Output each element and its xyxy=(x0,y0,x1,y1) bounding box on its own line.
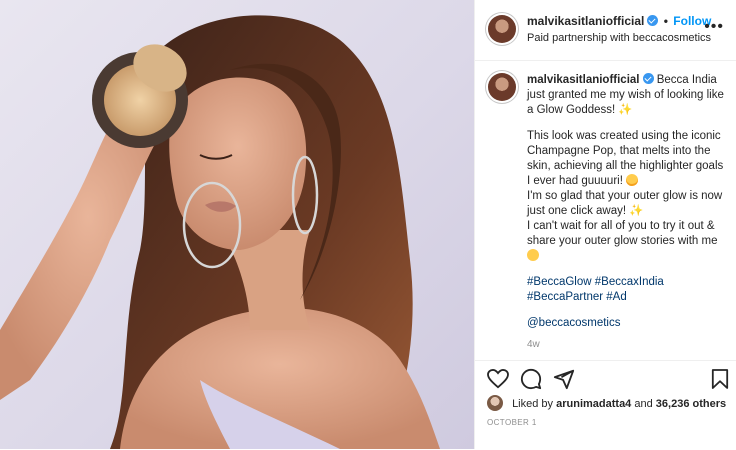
caption-time-ago[interactable]: 4w xyxy=(527,339,540,350)
post-side-panel: malvikasitlaniofficial • Follow Paid par… xyxy=(474,0,736,449)
liked-by-user[interactable]: arunimadatta4 xyxy=(556,398,631,410)
more-options-icon[interactable]: ••• xyxy=(704,19,724,35)
liked-by-prefix: Liked by xyxy=(512,398,554,410)
hashtag-list: #BeccaGlow #BeccaxIndia #BeccaPartner #A… xyxy=(527,275,727,305)
caption-author-avatar[interactable] xyxy=(488,73,516,101)
liker-avatar[interactable] xyxy=(487,395,503,411)
bookmark-icon[interactable] xyxy=(711,368,729,390)
post-image xyxy=(0,15,440,449)
caption-line-2b: I'm so glad that your outer glow is now … xyxy=(527,190,723,217)
author-username-row: malvikasitlaniofficial • Follow xyxy=(527,14,711,28)
heart-icon[interactable] xyxy=(487,369,509,389)
caption-author-username[interactable]: malvikasitlaniofficial xyxy=(527,74,640,86)
author-username[interactable]: malvikasitlaniofficial xyxy=(527,14,644,28)
separator-dot: • xyxy=(663,14,668,28)
share-icon[interactable] xyxy=(553,368,575,390)
paid-partnership-label[interactable]: Paid partnership with beccacosmetics xyxy=(527,32,711,44)
caption-text: malvikasitlaniofficial Becca India just … xyxy=(527,73,727,342)
liked-by-and: and xyxy=(634,398,653,410)
heart-eyes-emoji-icon xyxy=(626,174,639,186)
verified-badge-icon xyxy=(642,73,654,84)
hashtag[interactable]: #Ad xyxy=(606,291,626,303)
verified-badge-icon xyxy=(647,15,659,26)
likes-summary: Liked by arunimadatta4 and 36,236 others xyxy=(487,395,726,411)
caption-area: malvikasitlaniofficial Becca India just … xyxy=(475,60,736,360)
caption-line-2c: I can't wait for all of you to try it ou… xyxy=(527,220,718,247)
post-photo[interactable] xyxy=(0,0,474,449)
hashtag[interactable]: #BeccaGlow xyxy=(527,276,592,288)
mention-link[interactable]: @beccacosmetics xyxy=(527,317,620,329)
hashtag[interactable]: #BeccaxIndia xyxy=(595,276,664,288)
kiss-emoji-icon xyxy=(527,249,539,261)
comment-icon[interactable] xyxy=(520,368,542,390)
author-avatar[interactable] xyxy=(488,15,516,43)
post-header: malvikasitlaniofficial • Follow Paid par… xyxy=(475,0,736,61)
likes-others-count[interactable]: 36,236 others xyxy=(656,398,726,410)
hashtag[interactable]: #BeccaPartner xyxy=(527,291,603,303)
post-date[interactable]: OCTOBER 1 xyxy=(487,418,537,427)
